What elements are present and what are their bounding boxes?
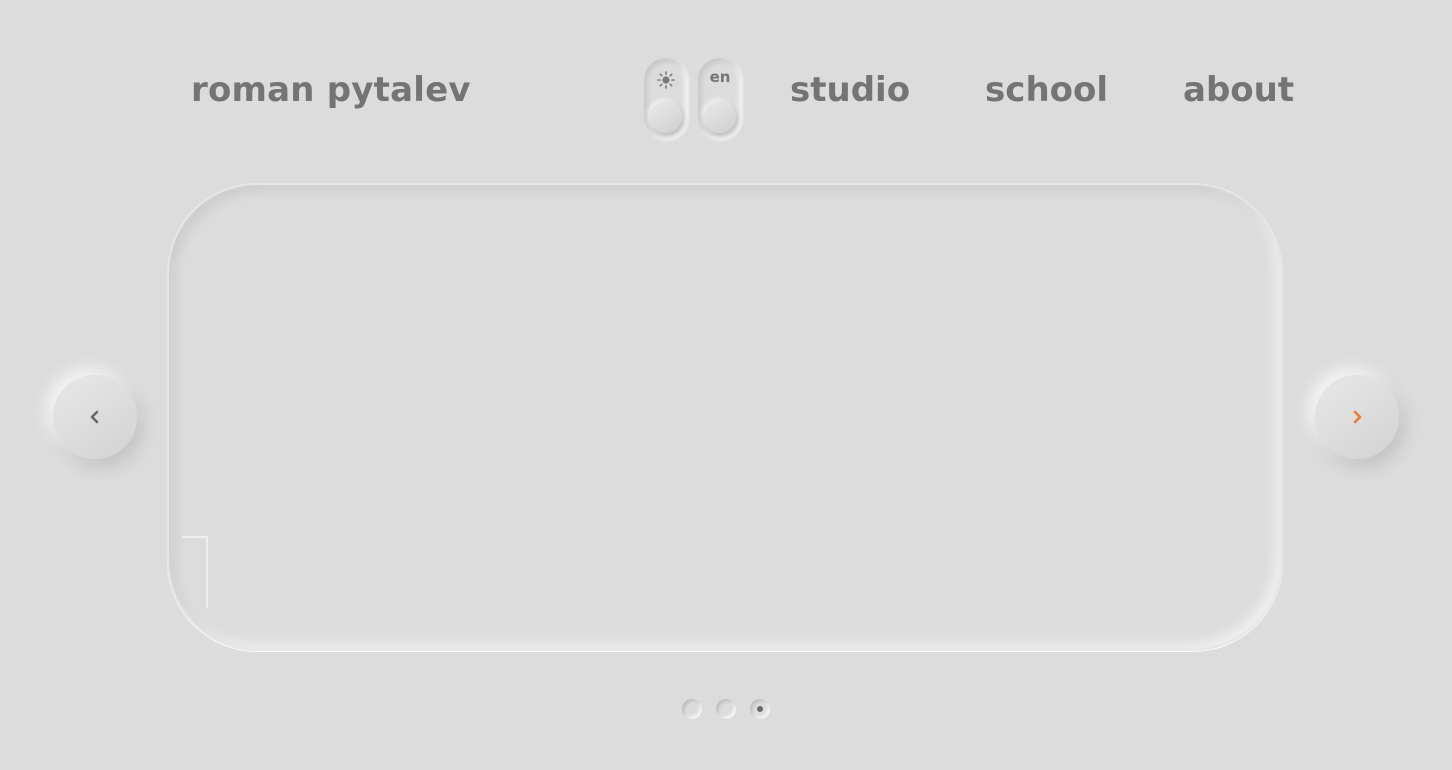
carousel-dot-3[interactable] <box>750 699 770 719</box>
carousel-frame <box>167 183 1283 651</box>
sun-icon <box>657 71 675 89</box>
theme-toggle-knob <box>650 101 682 133</box>
carousel-dot-1[interactable] <box>682 699 702 719</box>
carousel-dot-2[interactable] <box>716 699 736 719</box>
frame-corner-decoration <box>182 536 208 608</box>
nav-item-school[interactable]: school <box>985 70 1108 110</box>
language-label: en <box>709 68 731 86</box>
chevron-left-icon <box>90 410 99 424</box>
next-button[interactable] <box>1315 375 1399 459</box>
brand-name[interactable]: roman pytalev <box>191 70 471 110</box>
chevron-right-icon <box>1353 410 1362 424</box>
nav-item-studio[interactable]: studio <box>790 70 910 110</box>
toggle-group: en <box>644 58 742 140</box>
nav-item-about[interactable]: about <box>1183 70 1294 110</box>
main-nav: studio school about <box>790 70 1294 110</box>
carousel-dots <box>682 699 770 719</box>
language-toggle[interactable]: en <box>698 58 742 140</box>
theme-toggle[interactable] <box>644 58 688 140</box>
language-toggle-knob <box>704 101 736 133</box>
prev-button[interactable] <box>53 375 137 459</box>
